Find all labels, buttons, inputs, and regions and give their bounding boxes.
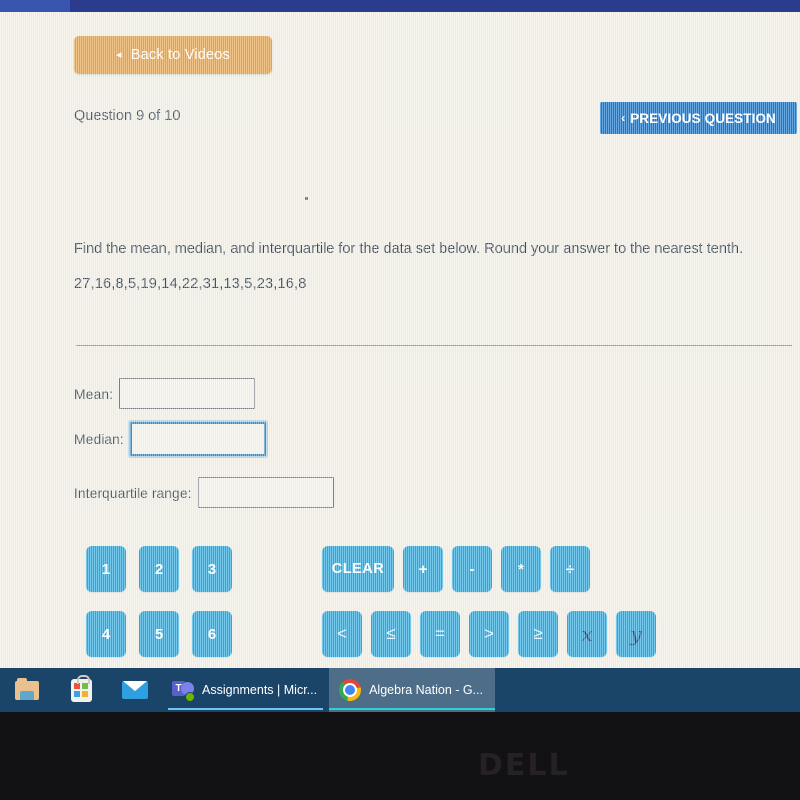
file-explorer-icon	[15, 677, 39, 700]
key-2[interactable]: 2	[139, 546, 179, 592]
operator-keypad-row: CLEAR + - * ÷	[322, 546, 590, 592]
key-multiply[interactable]: *	[501, 546, 541, 592]
back-to-videos-button[interactable]: ◂ Back to Videos	[74, 36, 272, 74]
key-greater-than[interactable]: >	[469, 611, 509, 657]
key-5[interactable]: 5	[139, 611, 179, 657]
number-keypad: 1 2 3 4 5 6	[86, 546, 232, 657]
previous-caret-icon: ‹	[621, 111, 626, 125]
chrome-icon	[339, 679, 362, 701]
teams-icon: T	[172, 679, 195, 702]
key-3[interactable]: 3	[192, 546, 232, 592]
comparison-keypad-row: < ≤ = > ≥ x y	[322, 611, 656, 657]
dell-logo: DELL	[478, 748, 570, 783]
page-dot-artifact	[305, 197, 308, 200]
browser-chrome-bar	[0, 0, 800, 12]
microsoft-store-icon	[70, 674, 92, 702]
median-input[interactable]	[129, 422, 266, 456]
interquartile-range-input[interactable]	[197, 477, 334, 508]
taskbar-window-chrome[interactable]: Algebra Nation - G...	[329, 668, 496, 712]
question-counter: Question 9 of 10	[74, 108, 181, 124]
key-divide[interactable]: ÷	[550, 546, 590, 592]
answer-row-median: Median:	[74, 422, 266, 456]
screen-photo: ◂ Back to Videos Question 9 of 10 ‹ PREV…	[0, 0, 800, 800]
taskbar-window-teams-label: Assignments | Micr...	[202, 683, 318, 697]
chrome-window-underline	[329, 708, 496, 710]
key-plus[interactable]: +	[403, 546, 443, 592]
key-4[interactable]: 4	[86, 611, 126, 657]
question-prompt: Find the mean, median, and interquartile…	[74, 241, 744, 257]
key-variable-x[interactable]: x	[567, 611, 607, 657]
answer-row-mean: Mean:	[74, 378, 255, 409]
key-greater-than-or-equal[interactable]: ≥	[518, 611, 558, 657]
browser-tab-strip-edge	[0, 0, 70, 12]
taskbar-window-chrome-label: Algebra Nation - G...	[369, 683, 484, 697]
mean-label: Mean:	[74, 385, 113, 402]
teams-window-underline	[168, 708, 324, 710]
back-to-videos-label: Back to Videos	[130, 47, 230, 63]
taskbar-microsoft-store-button[interactable]	[54, 668, 108, 712]
previous-question-label: PREVIOUS QUESTION	[630, 110, 776, 126]
answer-row-interquartile-range: Interquartile range:	[74, 477, 334, 508]
section-divider	[76, 345, 792, 346]
taskbar-file-explorer-button[interactable]	[0, 668, 54, 712]
key-minus[interactable]: -	[452, 546, 492, 592]
key-clear[interactable]: CLEAR	[322, 546, 394, 592]
windows-taskbar: T Assignments | Micr... Algebra Nation -…	[0, 668, 800, 712]
key-6[interactable]: 6	[192, 611, 232, 657]
previous-question-button[interactable]: ‹ PREVIOUS QUESTION	[600, 102, 797, 134]
mail-icon	[122, 681, 148, 699]
taskbar-mail-button[interactable]	[108, 668, 162, 712]
question-dataset: 27,16,8,5,19,14,22,31,13,5,23,16,8	[74, 276, 307, 292]
key-1[interactable]: 1	[86, 546, 126, 592]
key-equals[interactable]: =	[420, 611, 460, 657]
key-variable-y[interactable]: y	[616, 611, 656, 657]
taskbar-window-teams[interactable]: T Assignments | Micr...	[162, 668, 329, 712]
key-less-than[interactable]: <	[322, 611, 362, 657]
mean-input[interactable]	[118, 378, 255, 409]
algebra-nation-page: ◂ Back to Videos Question 9 of 10 ‹ PREV…	[0, 12, 800, 668]
key-less-than-or-equal[interactable]: ≤	[371, 611, 411, 657]
interquartile-range-label: Interquartile range:	[74, 484, 192, 501]
teams-status-badge	[185, 692, 195, 702]
monitor-bezel: DELL	[0, 712, 800, 800]
median-label: Median:	[74, 431, 124, 447]
back-caret-icon: ◂	[116, 48, 122, 61]
